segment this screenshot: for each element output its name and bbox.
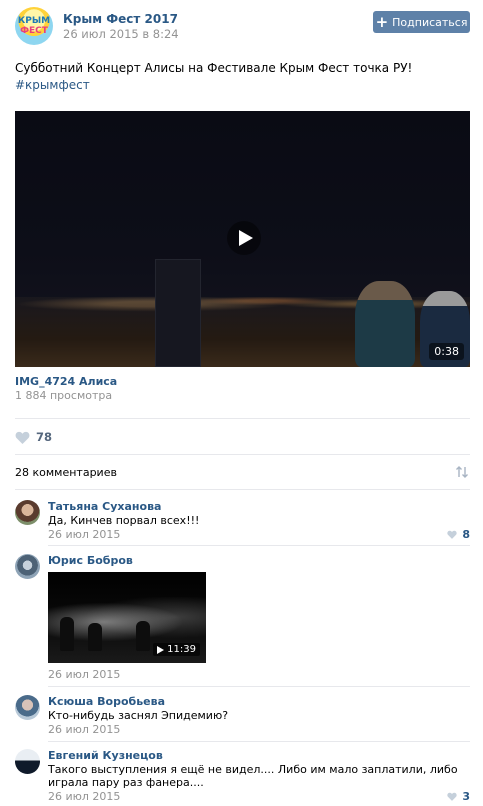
comment-video-duration-label: 11:39 [167, 644, 196, 655]
video-views: 1 884 просмотра [15, 389, 113, 402]
comment-author[interactable]: Татьяна Суханова [48, 500, 161, 513]
comment-text: Да, Кинчев порвал всех!!! [48, 514, 200, 527]
avatar-logo-text-2: ФЕСТ [20, 26, 48, 36]
divider [15, 489, 470, 490]
comment-author[interactable]: Юрис Бобров [48, 554, 133, 567]
divider [48, 545, 470, 546]
group-name-link[interactable]: Крым Фест 2017 [63, 12, 178, 26]
avatar-logo-text-1: КРЫМ [17, 16, 51, 26]
comment-date[interactable]: 26 июл 2015 [48, 790, 120, 803]
comment-text: Кто-нибудь заснял Эпидемию? [48, 709, 229, 722]
subscribe-label: Подписаться [392, 15, 468, 29]
video-performer [88, 623, 102, 651]
play-icon[interactable] [227, 221, 261, 255]
plus-icon: + [375, 12, 389, 31]
comment-video[interactable]: 11:39 [48, 572, 206, 663]
heart-icon [15, 431, 30, 444]
video-performer [136, 621, 150, 651]
post-text: Субботний Концерт Алисы на Фестивале Кры… [15, 61, 413, 75]
hashtag-link[interactable]: #крымфест [15, 78, 90, 92]
comment-author[interactable]: Ксюша Воробьева [48, 695, 165, 708]
comments-count: 28 комментариев [15, 466, 117, 479]
video-player[interactable]: 0:38 [15, 111, 470, 367]
like-button[interactable]: 78 [15, 430, 52, 444]
divider [15, 418, 470, 419]
comment-video-duration: 11:39 [153, 643, 200, 656]
divider [48, 686, 470, 687]
group-avatar[interactable]: КРЫМ ФЕСТ [15, 7, 53, 45]
avatar[interactable] [15, 554, 40, 579]
subscribe-button[interactable]: + Подписаться [373, 11, 470, 33]
video-performer [60, 617, 74, 651]
comment-author[interactable]: Евгений Кузнецов [48, 749, 163, 762]
sort-icon[interactable] [455, 465, 469, 479]
avatar[interactable] [15, 749, 40, 774]
post-date[interactable]: 26 июл 2015 в 8:24 [63, 27, 179, 41]
heart-icon [447, 792, 457, 801]
comment-date[interactable]: 26 июл 2015 [48, 723, 120, 736]
divider [15, 454, 470, 455]
comment-date[interactable]: 26 июл 2015 [48, 668, 120, 681]
likes-count: 78 [36, 430, 53, 444]
comment-like-button[interactable]: 3 [447, 790, 470, 803]
avatar[interactable] [15, 695, 40, 720]
divider [48, 741, 470, 742]
comment-like-button[interactable]: 8 [447, 528, 470, 541]
play-icon [157, 645, 165, 654]
avatar[interactable] [15, 500, 40, 525]
video-duration: 0:38 [429, 343, 464, 360]
video-performer [355, 281, 415, 367]
heart-icon [447, 530, 457, 539]
video-title-link[interactable]: IMG_4724 Алиса [15, 375, 117, 388]
comment-date[interactable]: 26 июл 2015 [48, 528, 120, 541]
comment-text: Такого выступления я ещё не видел.... Ли… [48, 763, 458, 789]
comment-like-count: 3 [462, 790, 470, 803]
comment-like-count: 8 [462, 528, 470, 541]
video-speaker-stack [155, 259, 201, 367]
